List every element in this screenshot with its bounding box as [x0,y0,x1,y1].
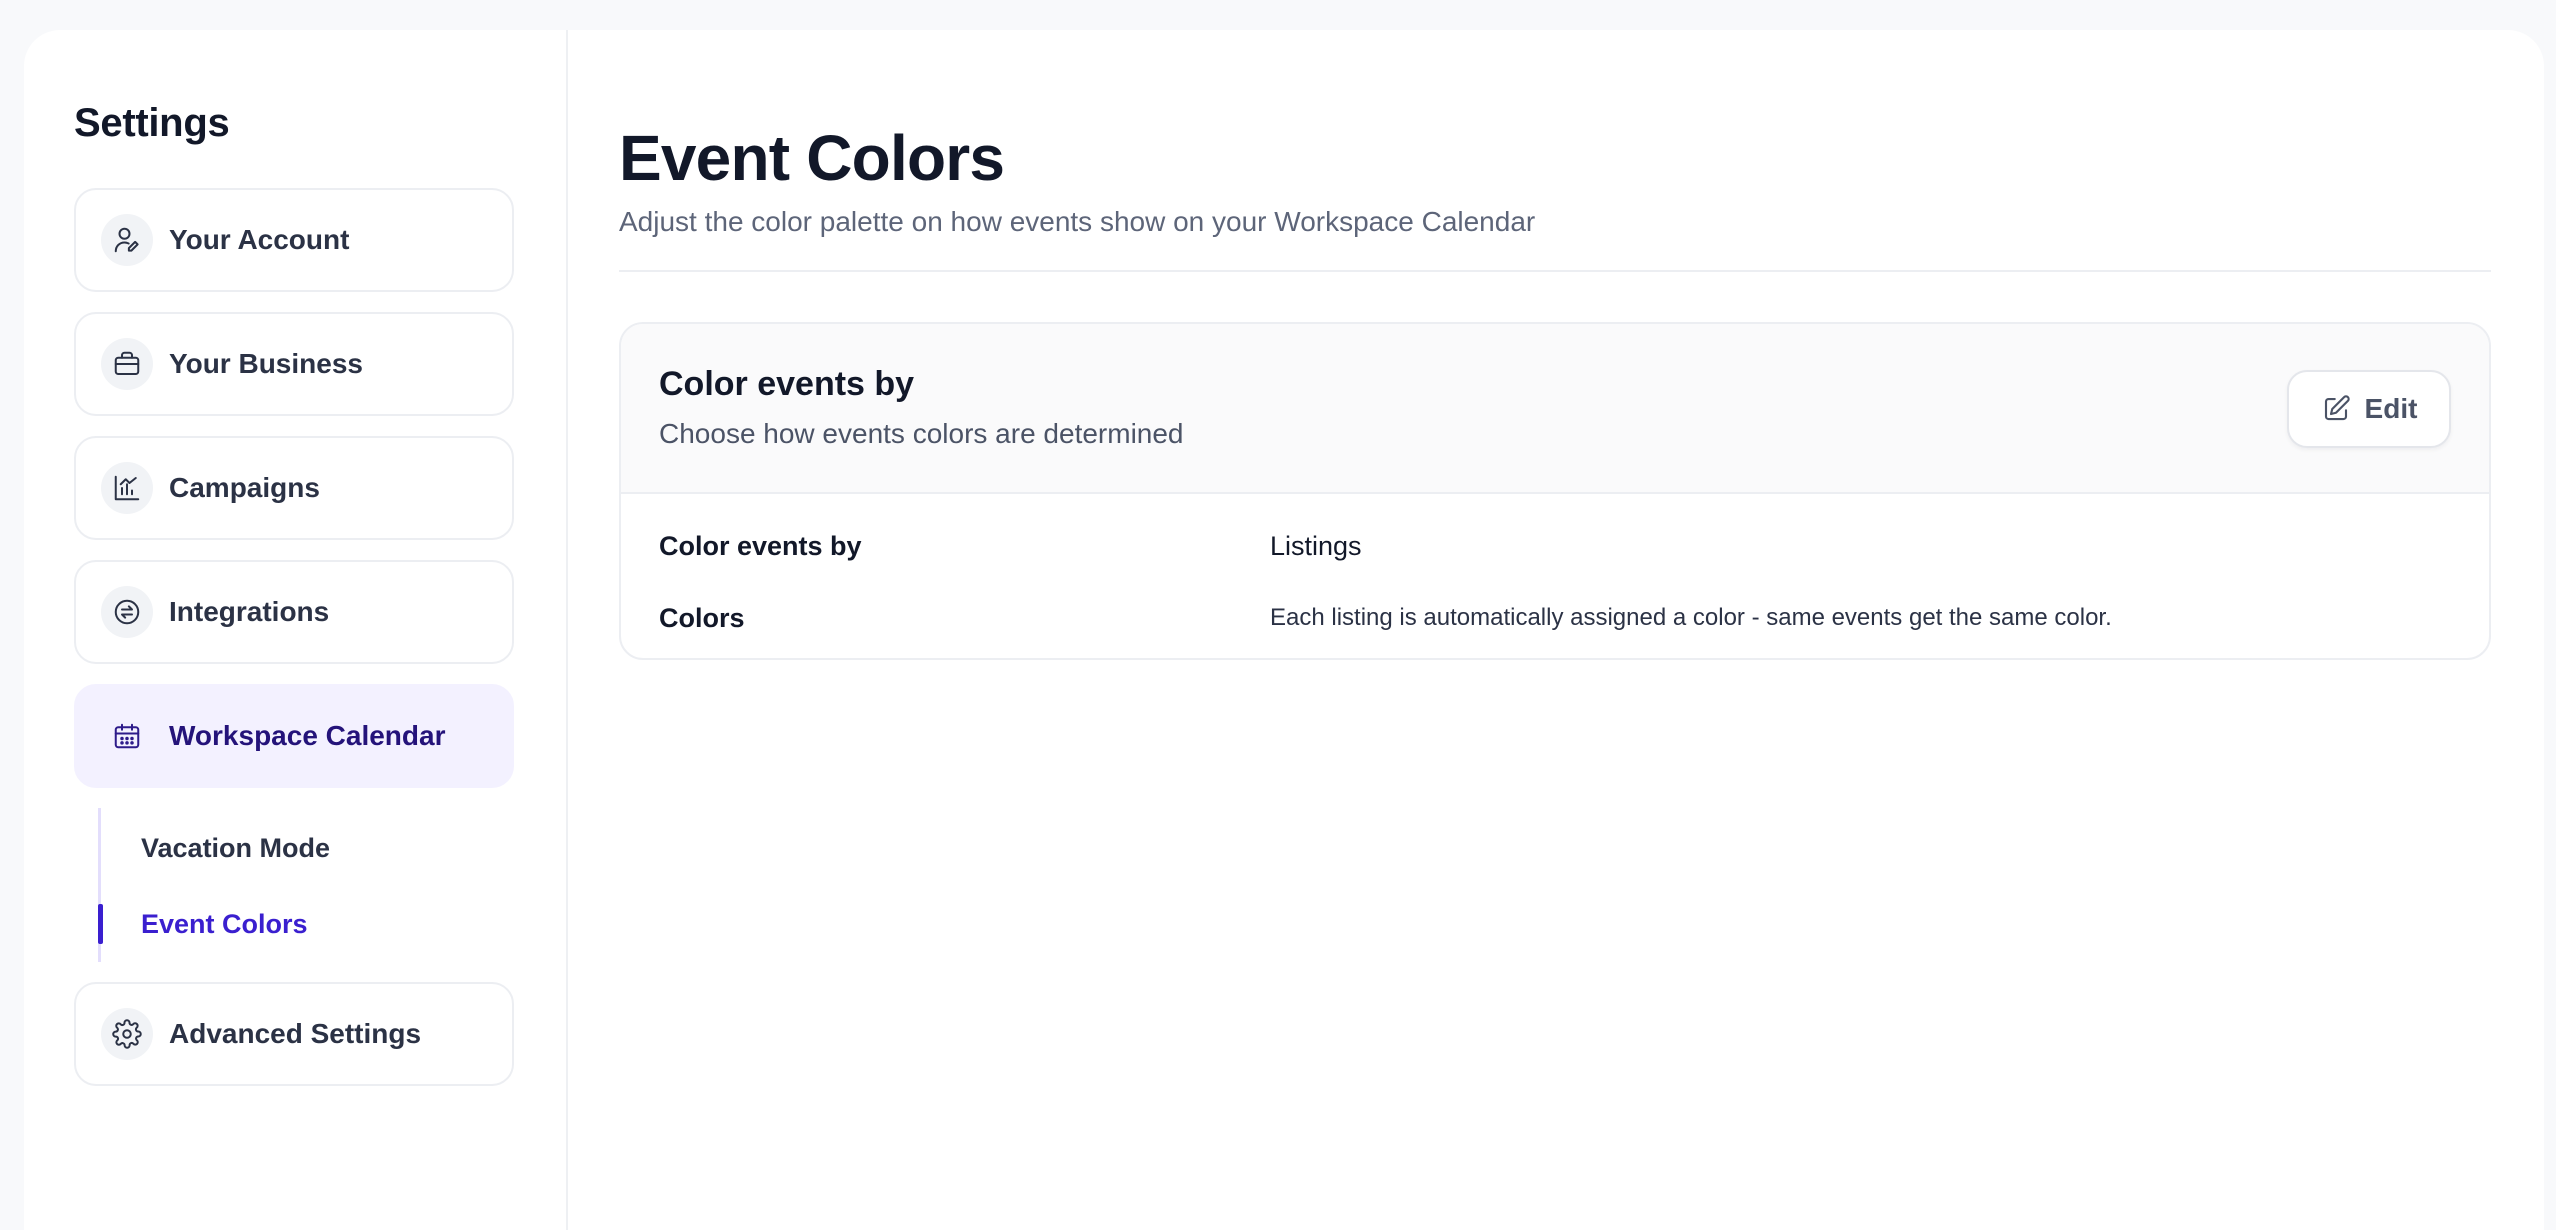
swap-icon [101,586,153,638]
edit-button-label: Edit [2364,393,2418,424]
edit-icon [2321,394,2351,424]
card-header: Color events by Choose how events colors… [621,324,2489,494]
briefcase-icon [101,338,153,390]
setting-row-colors: Colors Each listing is automatically ass… [659,600,2451,636]
row-label: Colors [659,602,745,633]
card-body: Color events by Listings Colors Each lis… [621,494,2489,658]
sidebar-item-label: Workspace Calendar [169,720,446,751]
sidebar-item-label: Your Business [169,348,363,379]
subnav-item-event-colors[interactable]: Event Colors [98,904,566,944]
sidebar-item-your-business[interactable]: Your Business [74,312,514,416]
row-value: Listings [1270,530,1362,561]
sidebar-item-label: Your Account [169,224,350,255]
card-title: Color events by [659,365,915,403]
user-edit-icon [101,214,153,266]
sidebar-item-your-account[interactable]: Your Account [74,188,514,292]
subnav-item-vacation-mode[interactable]: Vacation Mode [101,828,566,868]
color-events-card: Color events by Choose how events colors… [619,322,2491,660]
settings-window: Settings Your Account Your Business Camp… [24,30,2544,1230]
sidebar-item-label: Integrations [169,596,330,627]
sidebar-title: Settings [74,101,230,145]
page-title: Event Colors [619,122,1005,194]
sidebar-item-advanced-settings[interactable]: Advanced Settings [74,982,514,1086]
chart-icon [101,462,153,514]
edit-button[interactable]: Edit [2287,370,2451,448]
setting-row-color-events-by: Color events by Listings [659,528,2451,564]
settings-sidebar: Settings Your Account Your Business Camp… [24,30,568,1230]
calendar-icon [101,710,153,762]
divider [619,270,2491,272]
gear-icon [101,1008,153,1060]
sidebar-item-label: Campaigns [169,472,320,503]
workspace-calendar-subnav: Vacation Mode Event Colors [98,808,566,962]
card-description: Choose how events colors are determined [659,418,1184,449]
main-content: Event Colors Adjust the color palette on… [568,30,2544,1230]
page-subtitle: Adjust the color palette on how events s… [619,206,1536,237]
sidebar-item-integrations[interactable]: Integrations [74,560,514,664]
row-value: Each listing is automatically assigned a… [1270,604,2112,631]
sidebar-item-label: Advanced Settings [169,1018,422,1049]
sidebar-item-workspace-calendar[interactable]: Workspace Calendar [74,684,514,788]
sidebar-item-campaigns[interactable]: Campaigns [74,436,514,540]
row-label: Color events by [659,530,862,561]
